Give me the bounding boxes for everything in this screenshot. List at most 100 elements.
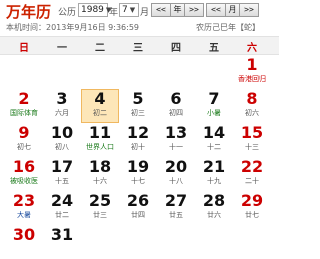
calendar-day[interactable]: 22 二十 xyxy=(233,157,271,191)
lunar-year-text: 农历己巳年【蛇】 xyxy=(196,23,260,32)
day-number: 26 xyxy=(126,191,150,210)
weekday-tue: 二 xyxy=(95,43,105,54)
calendar-day[interactable]: 13 十一 xyxy=(157,123,195,157)
day-lunar-label: 十三 xyxy=(245,143,259,151)
day-number: 6 xyxy=(170,89,182,108)
calendar-day[interactable]: 8 初六 xyxy=(233,89,271,123)
calendar-logo: 万年历 xyxy=(6,3,52,21)
calendar-day[interactable]: 5 初三 xyxy=(119,89,157,123)
prev-year-button[interactable]: << xyxy=(151,3,171,17)
day-lunar-label: 初八 xyxy=(55,143,69,151)
day-lunar-label: 十五 xyxy=(55,177,69,185)
calendar-day[interactable]: 26 廿四 xyxy=(119,191,157,225)
calendar-day[interactable]: 1 香港回归 xyxy=(233,55,271,89)
calendar-day[interactable]: 23 大暑 xyxy=(5,191,43,225)
day-lunar-label: 大暑 xyxy=(17,211,31,219)
calendar-day[interactable]: 9 初七 xyxy=(5,123,43,157)
calendar-day[interactable]: 6 初四 xyxy=(157,89,195,123)
month-suffix-label: 月 xyxy=(140,8,150,18)
calendar-day[interactable]: 21 十九 xyxy=(195,157,233,191)
day-lunar-label: 廿七 xyxy=(245,211,259,219)
calendar-type-label: 公历 xyxy=(58,8,77,18)
day-number: 29 xyxy=(240,191,264,210)
calendar-day-today[interactable]: 4 初二 xyxy=(81,89,119,123)
day-number: 24 xyxy=(50,191,74,210)
day-lunar-label: 被吸收医 xyxy=(10,177,38,185)
calendar-day[interactable]: 14 十二 xyxy=(195,123,233,157)
calendar-day[interactable]: 28 廿六 xyxy=(195,191,233,225)
calendar-day[interactable]: 18 十六 xyxy=(81,157,119,191)
day-lunar-label: 小暑 xyxy=(207,109,221,117)
day-number: 15 xyxy=(240,123,264,142)
calendar-day[interactable]: 2 国际体育 xyxy=(5,89,43,123)
calendar-day[interactable]: 24 廿二 xyxy=(43,191,81,225)
day-lunar-label: 国际体育 xyxy=(10,109,38,117)
calendar-day[interactable]: 20 十八 xyxy=(157,157,195,191)
calendar-day[interactable]: 7 小暑 xyxy=(195,89,233,123)
calendar-toolbar: 万年历 公历 1989 ▼ 年 7 ▼ 月 << 年 >> << 月 >> xyxy=(0,0,279,21)
calendar-day[interactable]: 15 十三 xyxy=(233,123,271,157)
weekday-thu: 四 xyxy=(171,43,181,54)
next-year-button[interactable]: >> xyxy=(184,3,204,17)
day-lunar-label: 廿三 xyxy=(93,211,107,219)
calendar-day[interactable]: 17 十五 xyxy=(43,157,81,191)
prev-month-button[interactable]: << xyxy=(206,3,226,17)
day-number: 30 xyxy=(12,225,36,244)
year-select-value: 1989 xyxy=(81,5,104,15)
weekday-wed: 三 xyxy=(133,43,143,54)
day-lunar-label: 廿五 xyxy=(169,211,183,219)
day-number: 27 xyxy=(164,191,188,210)
day-lunar-label: 初四 xyxy=(169,109,183,117)
calendar-day[interactable]: 12 初十 xyxy=(119,123,157,157)
calendar-day[interactable]: 30 xyxy=(5,225,43,259)
month-button[interactable]: 月 xyxy=(225,3,240,17)
chevron-down-icon: ▼ xyxy=(129,6,136,14)
calendar-day[interactable]: 16 被吸收医 xyxy=(5,157,43,191)
weekday-mon: 一 xyxy=(57,43,67,54)
local-time-text: 本机时间：2013年9月16日 9:36:59 xyxy=(6,23,140,32)
day-number: 19 xyxy=(126,157,150,176)
day-lunar-label: 世界人口 xyxy=(86,143,114,151)
day-lunar-label: 十二 xyxy=(207,143,221,151)
day-lunar-label: 二十 xyxy=(245,177,259,185)
day-number: 25 xyxy=(88,191,112,210)
day-lunar-label: 廿四 xyxy=(131,211,145,219)
day-number: 21 xyxy=(202,157,226,176)
year-select[interactable]: 1989 ▼ xyxy=(78,3,111,17)
calendar-day[interactable]: 11 世界人口 xyxy=(81,123,119,157)
day-number: 4 xyxy=(94,89,106,108)
calendar-day[interactable]: 27 廿五 xyxy=(157,191,195,225)
day-lunar-label: 初二 xyxy=(93,109,107,117)
calendar-day[interactable]: 25 廿三 xyxy=(81,191,119,225)
day-lunar-label: 初十 xyxy=(131,143,145,151)
calendar-day[interactable]: 29 廿七 xyxy=(233,191,271,225)
calendar-day[interactable]: 3 六月 xyxy=(43,89,81,123)
day-number: 11 xyxy=(88,123,112,142)
day-number: 12 xyxy=(126,123,150,142)
calendar-day[interactable]: 19 十七 xyxy=(119,157,157,191)
day-number: 5 xyxy=(132,89,144,108)
day-number: 2 xyxy=(18,89,30,108)
day-lunar-label: 初七 xyxy=(17,143,31,151)
year-button[interactable]: 年 xyxy=(170,3,185,17)
calendar-day[interactable]: 31 xyxy=(43,225,81,259)
weekday-sat: 六 xyxy=(247,43,257,54)
next-month-button[interactable]: >> xyxy=(239,3,259,17)
day-number: 1 xyxy=(246,55,258,74)
day-number: 7 xyxy=(208,89,220,108)
day-lunar-label: 十六 xyxy=(93,177,107,185)
month-select[interactable]: 7 ▼ xyxy=(119,3,139,17)
day-number: 28 xyxy=(202,191,226,210)
weekday-header: 日 一 二 三 四 五 六 xyxy=(0,36,279,55)
day-number: 23 xyxy=(12,191,36,210)
day-number: 20 xyxy=(164,157,188,176)
calendar-day[interactable]: 10 初八 xyxy=(43,123,81,157)
month-select-value: 7 xyxy=(122,5,128,15)
day-lunar-label: 六月 xyxy=(55,109,69,117)
day-number: 31 xyxy=(50,225,74,244)
day-number: 10 xyxy=(50,123,74,142)
day-lunar-label: 初三 xyxy=(131,109,145,117)
day-lunar-label: 十一 xyxy=(169,143,183,151)
day-lunar-label: 廿六 xyxy=(207,211,221,219)
day-number: 16 xyxy=(12,157,36,176)
